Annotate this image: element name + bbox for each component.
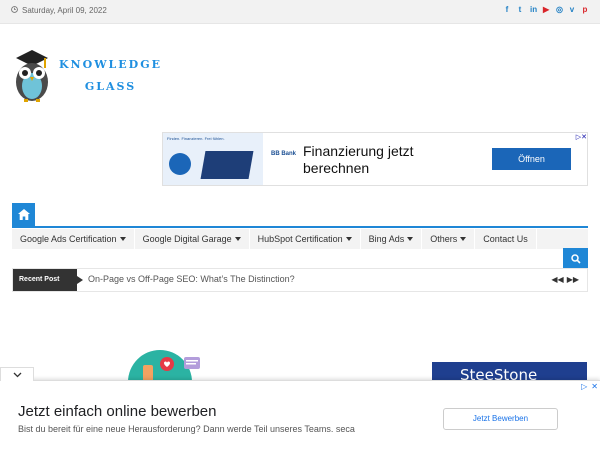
ticker-controls: ◀◀ ▶▶ [551,275,579,284]
next-arrow-icon[interactable]: ▶▶ [567,275,579,284]
vimeo-icon[interactable]: v [569,5,575,15]
nav-menu: Google Ads Certification Google Digital … [12,229,588,249]
ad-headline-line1: Finanzierung jetzt [303,143,414,159]
social-links: f t in ▶ ◎ v p [504,5,588,15]
twitter-icon[interactable]: t [517,5,523,15]
logo-line2: GLASS [84,80,137,93]
recent-post-link[interactable]: On-Page vs Off-Page SEO: What’s The Dist… [88,274,295,284]
search-icon [570,254,581,264]
chevron-down-icon [407,237,414,241]
nav-item-label: HubSpot Certification [257,234,343,244]
bottom-ad-subtext: Bist du bereit für eine neue Herausforde… [18,424,355,434]
nav-item-label: Google Digital Garage [142,234,232,244]
facebook-icon[interactable]: f [504,5,510,15]
main-navigation: Google Ads Certification Google Digital … [12,203,588,249]
adchoices-icon[interactable]: ▷✕ [576,133,587,141]
chevron-down-icon [234,237,241,241]
linkedin-icon[interactable]: in [530,5,537,15]
close-icon[interactable]: ✕ [591,382,598,391]
clock-icon [11,6,18,15]
ad-choices[interactable]: ▷ ✕ [581,382,598,391]
top-bar: Saturday, April 09, 2022 f t in ▶ ◎ v p [0,0,600,24]
bottom-ad-headline: Jetzt einfach online bewerben [18,403,217,420]
nav-item-label: Bing Ads [368,234,405,244]
nav-item-google-ads-certification[interactable]: Google Ads Certification [12,229,135,249]
logo-line1: KNOWLEDGE [59,58,162,71]
ad-headline: Finanzierung jetzt berechnen [303,143,414,177]
sticky-bottom-ad[interactable]: ▷ ✕ Jetzt einfach online bewerben Bist d… [0,367,600,450]
nav-item-google-digital-garage[interactable]: Google Digital Garage [134,229,250,249]
chevron-down-icon [13,372,21,377]
pinterest-icon[interactable]: p [582,5,588,15]
nav-item-contact-us[interactable]: Contact Us [475,229,537,249]
recent-post-ticker: Recent Post On-Page vs Off-Page SEO: Wha… [12,268,588,292]
chevron-down-icon [460,237,467,241]
search-button[interactable] [563,248,588,270]
owl-logo-icon [16,50,48,102]
logo-text: KNOWLEDGE GLASS [59,58,162,93]
chevron-down-icon [119,237,126,241]
nav-item-others[interactable]: Others [422,229,476,249]
instagram-icon[interactable]: ◎ [556,5,563,15]
ad-badge [169,153,191,175]
nav-accent-line [12,226,588,228]
nav-item-label: Others [430,234,458,244]
home-icon [17,209,30,220]
ad-bank-logo: BB Bank [271,151,297,157]
collapse-ad-button[interactable] [0,367,34,381]
nav-item-hubspot-certification[interactable]: HubSpot Certification [249,229,361,249]
date-text: Saturday, April 09, 2022 [22,6,107,15]
nav-item-bing-ads[interactable]: Bing Ads [360,229,423,249]
chevron-down-icon [345,237,352,241]
ad-image: Finden. Finanzieren. Frei fühlen. [163,133,263,185]
banner-ad[interactable]: Finden. Finanzieren. Frei fühlen. BB Ban… [162,132,588,186]
home-button[interactable] [12,203,35,226]
site-logo[interactable]: KNOWLEDGE GLASS [12,46,182,106]
adchoices-icon[interactable]: ▷ [581,382,587,391]
prev-arrow-icon[interactable]: ◀◀ [551,275,563,284]
date-display: Saturday, April 09, 2022 [11,6,107,15]
ad-open-button[interactable]: Öffnen [492,148,571,170]
nav-spacer [536,229,588,249]
nav-item-label: Google Ads Certification [20,234,117,244]
ad-small-text: Finden. Finanzieren. Frei fühlen. [167,136,225,141]
recent-post-label: Recent Post [13,269,83,291]
nav-item-label: Contact Us [483,234,528,244]
ad-house-graphic [200,151,254,179]
ad-headline-line2: berechnen [303,160,370,176]
youtube-icon[interactable]: ▶ [543,5,549,15]
apply-button[interactable]: Jetzt Bewerben [443,408,558,430]
